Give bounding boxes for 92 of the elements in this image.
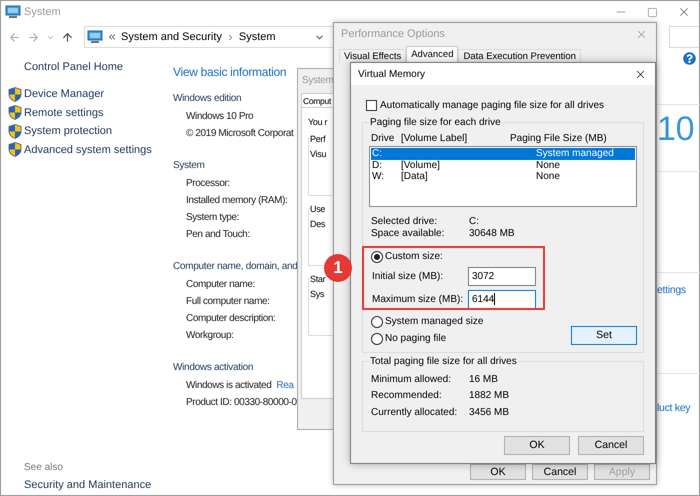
info-text: Installed memory (RAM):	[186, 194, 288, 208]
group-title: Total paging file size for all drives	[369, 355, 518, 368]
radio-button[interactable]	[371, 332, 383, 344]
column-header: Paging File Size (MB)	[510, 132, 607, 146]
help-icon[interactable]	[683, 52, 696, 65]
page-heading: View basic information	[173, 64, 288, 81]
drive-row[interactable]: W: [Data] None	[371, 171, 635, 182]
computer-icon	[87, 30, 103, 44]
input-field[interactable]: 3072	[468, 266, 536, 286]
info-text: Des	[310, 218, 326, 230]
section-title: Windows edition	[173, 92, 242, 106]
dialog-button[interactable]: Cancel	[578, 436, 644, 455]
drive-list[interactable]: C: System managed D: [Volume] None W: [Data] None	[369, 146, 637, 207]
field-label: Maximum size (MB):	[372, 292, 464, 306]
shield-icon	[8, 86, 22, 102]
link[interactable]: luct key	[657, 400, 690, 416]
drive-row[interactable]: C: System managed	[371, 148, 635, 160]
shield-icon	[8, 105, 22, 120]
info-text: Processor:	[186, 177, 230, 191]
radio-label: System managed size	[385, 315, 484, 329]
dialog-button[interactable]: Set	[571, 326, 637, 345]
column-header: [Volume Label]	[401, 132, 468, 146]
window-title: Virtual Memory	[358, 68, 426, 82]
tab[interactable]: Data Execution Prevention	[458, 49, 581, 63]
info-text: Sys	[310, 288, 326, 300]
info-text: Product ID: 00330-80000-0	[186, 396, 297, 410]
sidebar-link[interactable]: Security and Maintenance	[8, 477, 173, 494]
info-value: 3456 MB	[469, 406, 510, 420]
group-title: Perf	[310, 133, 333, 145]
info-label: Minimum allowed:	[371, 372, 452, 387]
info-label: Currently allocated:	[371, 406, 458, 420]
windows-logo-text: 10	[657, 110, 696, 148]
radio-label: No paging file	[385, 332, 446, 346]
info-text: System type:	[186, 211, 239, 225]
info-value: C:	[469, 216, 479, 228]
breadcrumb-item[interactable]: System	[238, 28, 276, 46]
info-text: © 2019 Microsoft Corporat	[186, 127, 294, 141]
window-title: System	[301, 74, 333, 88]
shield-icon	[8, 142, 22, 158]
info-text: Windows 10 Pro	[186, 110, 254, 124]
computer-icon	[5, 5, 21, 19]
sidebar-link[interactable]: Control Panel Home	[8, 59, 173, 75]
checkbox[interactable]	[366, 100, 377, 110]
radio-button[interactable]	[371, 250, 383, 262]
window-title: Performance Options	[341, 27, 445, 42]
info-value: 30648 MB	[469, 228, 515, 240]
sidebar-link[interactable]: Advanced system settings	[24, 142, 152, 158]
radio-label: Custom size:	[385, 250, 443, 264]
breadcrumb-item[interactable]: System and Security	[121, 28, 222, 46]
shield-icon	[8, 124, 22, 139]
input-field[interactable]: 6144	[468, 290, 536, 308]
tab[interactable]: Visual Effects	[339, 49, 406, 63]
tab[interactable]: Advanced	[406, 46, 458, 63]
info-text: Full computer name:	[186, 295, 270, 309]
maximize-icon[interactable]	[647, 6, 658, 18]
info-label: Space available:	[371, 228, 446, 240]
address-bar[interactable]: System and Security System	[84, 26, 334, 48]
link[interactable]: ettings	[657, 282, 686, 298]
info-text: Pen and Touch:	[186, 228, 250, 242]
search-field[interactable]	[669, 26, 699, 48]
info-text: Workgroup:	[186, 329, 234, 343]
dialog-button[interactable]: OK	[504, 436, 570, 455]
group-title: Paging file size for each drive	[369, 116, 502, 129]
see-also-label: See also	[23, 461, 64, 475]
drive-row[interactable]: D: [Volume] None	[371, 160, 635, 171]
info-value: 16 MB	[469, 372, 498, 387]
dialog-button[interactable]: OK	[470, 464, 526, 480]
sidebar-link[interactable]: Remote settings	[24, 104, 104, 121]
group-title: Use	[310, 203, 333, 215]
field-label: Initial size (MB):	[372, 270, 444, 284]
sidebar-link[interactable]: Device Manager	[24, 86, 104, 102]
radio-button[interactable]	[371, 316, 383, 328]
link[interactable]: Rea	[276, 378, 294, 393]
info-label: Selected drive:	[371, 216, 438, 228]
sidebar-link[interactable]: System protection	[24, 123, 112, 140]
window-title: System	[24, 4, 61, 20]
tab[interactable]: Comput	[301, 93, 333, 107]
info-text: Computer description:	[186, 312, 276, 326]
info-text: Computer name:	[186, 278, 255, 292]
info-value: 1882 MB	[469, 389, 510, 404]
checkbox-label: Automatically manage paging file size for all drives	[380, 98, 604, 112]
info-text: Windows is activated	[186, 379, 272, 393]
section-title: Computer name, domain, and	[173, 260, 297, 274]
section-title: Windows activation	[173, 361, 254, 375]
section-title: System	[173, 159, 206, 173]
info-label: Recommended:	[371, 389, 443, 404]
column-header: Drive	[371, 132, 396, 146]
info-text: Visu	[310, 148, 328, 160]
info-text: You r	[308, 116, 328, 129]
dialog-button[interactable]: Cancel	[532, 464, 588, 480]
chevrons-icon	[107, 32, 117, 42]
up-icon[interactable]	[61, 30, 74, 44]
